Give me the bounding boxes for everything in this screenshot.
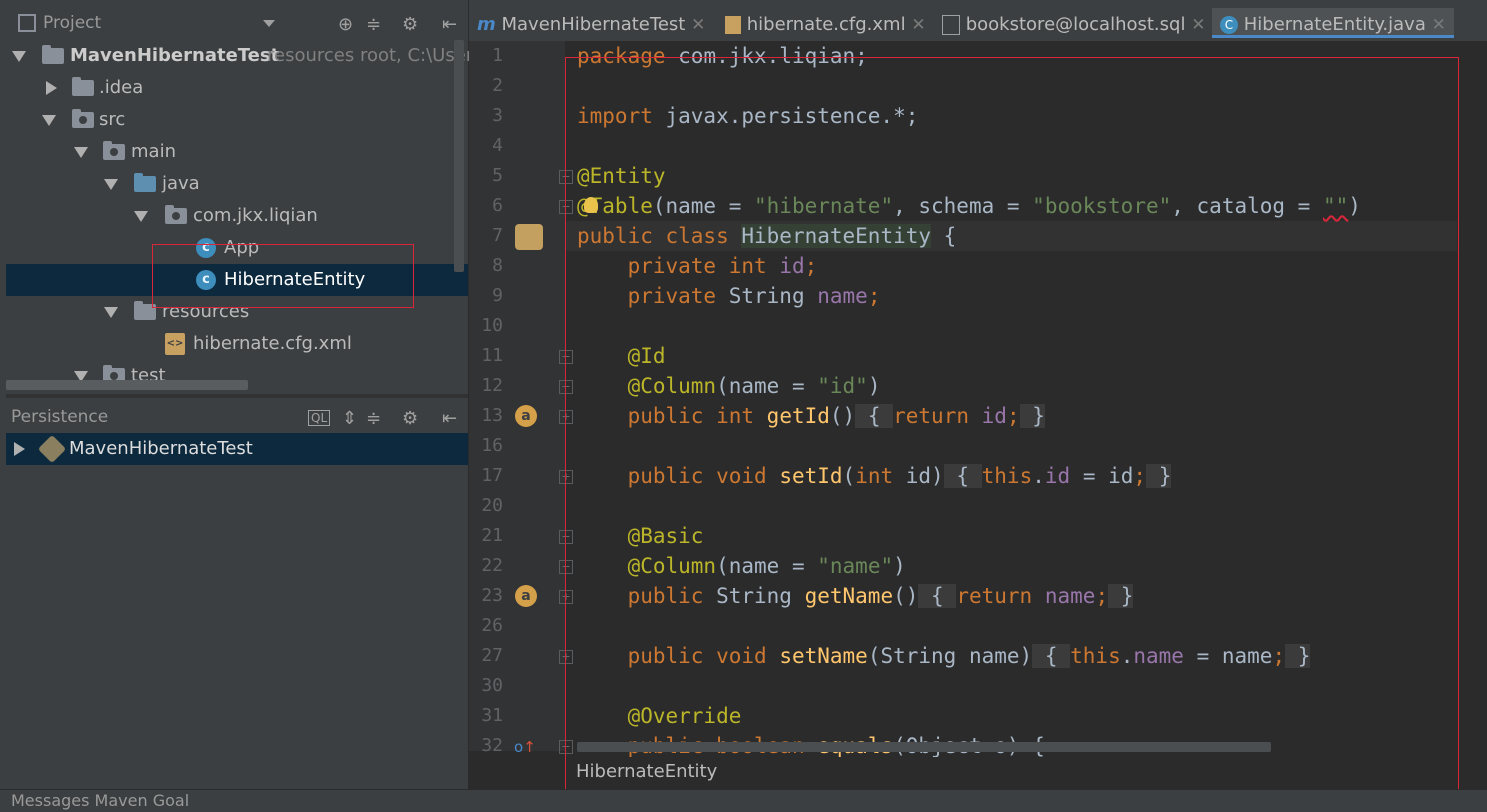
xml-file-icon: <>	[165, 333, 185, 355]
tree-item-label: .idea	[99, 77, 144, 98]
tab-hibernate-entity[interactable]: C HibernateEntity.java ✕	[1212, 8, 1454, 38]
override-icon[interactable]: o↑	[514, 738, 536, 756]
line-number: 3	[492, 105, 503, 126]
folder-icon	[72, 109, 94, 128]
line-number: 8	[492, 255, 503, 276]
project-panel-title[interactable]: Project	[43, 13, 101, 33]
tab-label: bookstore@localhost.sql	[965, 14, 1186, 35]
database-icon[interactable]	[515, 224, 543, 250]
gear-icon[interactable]: ⚙	[402, 14, 418, 35]
tree-item-path: resources root, C:\Users	[267, 45, 483, 66]
tree-item-project-root[interactable]: MavenHibernateTest resources root, C:\Us…	[6, 40, 483, 72]
chevron-down-icon[interactable]	[104, 179, 118, 190]
folder-icon	[103, 141, 125, 160]
chevron-down-icon[interactable]	[42, 115, 56, 126]
persistence-item-project[interactable]: MavenHibernateTest	[6, 433, 468, 465]
splitter[interactable]	[6, 394, 468, 398]
horizontal-scrollbar[interactable]	[6, 380, 248, 390]
module-folder-icon	[42, 45, 64, 64]
line-number: 23	[481, 585, 503, 606]
chevron-down-icon[interactable]	[12, 51, 26, 62]
accessor-icon[interactable]: a	[515, 405, 537, 427]
line-number: 6	[492, 195, 503, 216]
tree-item-label: java	[162, 173, 200, 194]
bottom-tool-bar[interactable]: Messages Maven Goal	[0, 789, 1487, 810]
line-number: 2	[492, 75, 503, 96]
sql-icon	[942, 15, 960, 35]
project-view-icon	[18, 14, 36, 32]
line-number: 21	[481, 525, 503, 546]
hide-panel-icon[interactable]: ⇤	[442, 408, 457, 429]
line-number: 22	[481, 555, 503, 576]
project-panel-header: Project ⊕ ≑ ⚙ ⇤	[6, 6, 468, 42]
chevron-down-icon[interactable]	[134, 211, 148, 222]
maven-icon: m	[477, 14, 496, 35]
hibernate-icon	[37, 434, 67, 464]
accessor-icon[interactable]: a	[515, 585, 537, 607]
line-number: 4	[492, 135, 503, 156]
tree-item-main[interactable]: main	[6, 136, 468, 168]
line-number: 31	[481, 705, 503, 726]
tree-item-label: hibernate.cfg.xml	[193, 333, 352, 354]
xml-icon	[725, 16, 741, 34]
gear-icon[interactable]: ⚙	[402, 408, 418, 429]
editor-tabs: m MavenHibernateTest ✕ hibernate.cfg.xml…	[469, 8, 1487, 42]
close-icon[interactable]: ✕	[1432, 15, 1446, 35]
line-number: 26	[481, 615, 503, 636]
tree-item-package[interactable]: com.jkx.liqian	[6, 200, 468, 232]
tab-bookstore-sql[interactable]: bookstore@localhost.sql ✕	[942, 8, 1205, 41]
class-icon: C	[1220, 16, 1238, 34]
line-number: 17	[481, 465, 503, 486]
line-number: 16	[481, 435, 503, 456]
tab-label: MavenHibernateTest	[501, 14, 686, 35]
tab-label: hibernate.cfg.xml	[746, 14, 906, 35]
highlight-box	[152, 244, 414, 308]
line-number: 20	[481, 495, 503, 516]
close-icon[interactable]: ✕	[691, 15, 705, 35]
persistence-panel-header: Persistence QL ⇕ ≑ ⚙ ⇤	[6, 400, 468, 434]
tab-hibernate-cfg[interactable]: hibernate.cfg.xml ✕	[725, 8, 926, 41]
chevron-down-icon[interactable]	[74, 147, 88, 158]
collapse-all-icon[interactable]: ≑	[366, 14, 381, 35]
line-number: 27	[481, 645, 503, 666]
line-number: 7	[492, 225, 503, 246]
line-number: 10	[481, 315, 503, 336]
line-number: 11	[481, 345, 503, 366]
tree-item-label: main	[131, 141, 176, 162]
tab-maven-hibernate-test[interactable]: m MavenHibernateTest ✕	[477, 8, 705, 41]
chevron-down-icon[interactable]	[104, 307, 118, 318]
source-folder-icon	[134, 173, 156, 192]
line-number: 1	[492, 45, 503, 66]
line-number: 5	[492, 165, 503, 186]
line-number: 12	[481, 375, 503, 396]
chevron-down-icon[interactable]	[263, 20, 275, 27]
vertical-scrollbar[interactable]	[454, 40, 464, 272]
tree-item-idea[interactable]: .idea	[6, 72, 468, 104]
ql-console-icon[interactable]: QL	[308, 410, 331, 426]
package-icon	[165, 205, 187, 224]
persistence-panel-title[interactable]: Persistence	[11, 407, 108, 427]
collapse-all-icon[interactable]: ≑	[366, 408, 381, 429]
folder-icon	[72, 77, 94, 96]
expand-all-icon[interactable]: ⇕	[342, 408, 357, 429]
line-number: 30	[481, 675, 503, 696]
tree-item-label: src	[99, 109, 126, 130]
hide-panel-icon[interactable]: ⇤	[442, 14, 457, 35]
line-number: 32	[481, 735, 503, 756]
line-number: 9	[492, 285, 503, 306]
tree-item-hibernate-cfg[interactable]: <> hibernate.cfg.xml	[6, 328, 468, 360]
tab-label: HibernateEntity.java	[1243, 14, 1426, 35]
highlight-box	[565, 57, 1459, 797]
tree-item-src[interactable]: src	[6, 104, 468, 136]
locate-icon[interactable]: ⊕	[338, 14, 353, 35]
chevron-right-icon[interactable]	[14, 442, 25, 456]
close-icon[interactable]: ✕	[911, 15, 925, 35]
line-number: 13	[481, 405, 503, 426]
tree-item-java[interactable]: java	[6, 168, 468, 200]
tree-item-label: MavenHibernateTest	[69, 438, 253, 459]
tree-item-label: MavenHibernateTest	[70, 45, 280, 66]
tree-item-label: com.jkx.liqian	[193, 205, 318, 226]
chevron-right-icon[interactable]	[46, 81, 57, 95]
close-icon[interactable]: ✕	[1191, 15, 1205, 35]
